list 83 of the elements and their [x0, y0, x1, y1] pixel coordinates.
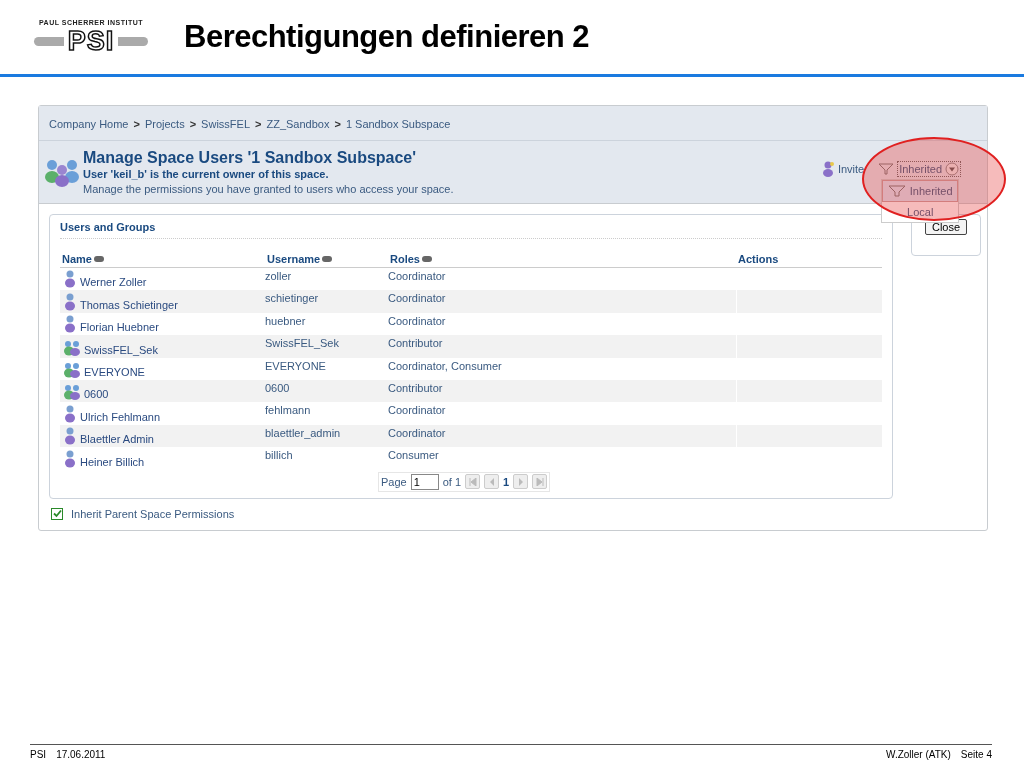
roles: Contributor	[388, 337, 443, 350]
column-header[interactable]: Username	[265, 251, 388, 267]
page-number: Seite 4	[960, 749, 992, 760]
footer-author: W.Zoller (ATK)	[886, 749, 951, 760]
user-name: Werner Zoller	[80, 276, 147, 289]
user-name: SwissFEL_Sek	[84, 343, 158, 356]
page-input[interactable]: 1	[410, 473, 439, 490]
filter-option[interactable]: Inherited	[882, 180, 959, 202]
funnel-icon	[878, 163, 895, 175]
roles: Coordinator	[388, 404, 446, 417]
sort-icon	[93, 256, 104, 262]
slide-title: Berechtigungen definieren 2	[184, 19, 590, 55]
first-page-button[interactable]	[465, 474, 481, 489]
user-name: 0600	[84, 388, 109, 401]
username: 0600	[265, 381, 290, 394]
breadcrumb-link[interactable]: Projects	[144, 118, 185, 130]
user-icon	[64, 427, 76, 446]
username: zoller	[265, 270, 292, 282]
breadcrumb-separator: >	[133, 118, 140, 130]
current-page: 1	[503, 475, 510, 488]
breadcrumb-link[interactable]: ZZ_Sandbox	[266, 118, 330, 130]
user-icon	[64, 270, 76, 289]
caret-icon	[945, 162, 959, 176]
column-header[interactable]: Roles	[388, 251, 736, 267]
user-icon	[64, 292, 76, 311]
description-text: Manage the permissions you have granted to users who access your space.	[83, 183, 455, 195]
roles: Consumer	[388, 449, 439, 462]
breadcrumb-separator: >	[334, 118, 341, 130]
person-plus-icon	[821, 161, 834, 177]
roles: Coordinator	[388, 270, 446, 282]
group-icon	[64, 384, 80, 401]
next-page-button[interactable]	[513, 474, 529, 489]
previous-page-button[interactable]	[484, 474, 500, 489]
sort-icon	[322, 256, 333, 262]
roles: Contributor	[388, 381, 443, 394]
funnel-icon	[887, 185, 906, 197]
breadcrumb-link[interactable]: Company Home	[49, 118, 129, 130]
group-icon	[64, 339, 80, 356]
invite-button[interactable]: Invite	[821, 161, 865, 177]
username: EVERYONE	[265, 359, 326, 372]
column-header[interactable]: Name	[60, 251, 265, 267]
panel-title: Users and Groups	[60, 221, 882, 239]
group-icon	[64, 361, 80, 378]
page-count: of 1	[442, 475, 462, 488]
page-label: Page	[381, 475, 407, 488]
roles: Coordinator, Consumer	[388, 359, 502, 372]
roles: Coordinator	[388, 314, 446, 327]
username: huebner	[265, 314, 306, 327]
inherit-checkbox[interactable]	[51, 507, 63, 520]
owner-text: User 'keil_b' is the current owner of this space.	[83, 168, 330, 180]
footer-date: 17.06.2011	[56, 749, 106, 760]
username: SwissFEL_Sek	[265, 337, 339, 350]
skip-back-icon	[468, 477, 477, 486]
page-heading: Manage Space Users '1 Sandbox Subspace'	[83, 149, 418, 167]
user-icon	[64, 404, 76, 423]
user-name: Heiner Billich	[80, 455, 145, 468]
last-page-button[interactable]	[532, 474, 548, 489]
breadcrumb-separator: >	[189, 118, 197, 130]
user-name: Blaettler Admin	[80, 433, 154, 446]
username: billich	[265, 449, 293, 462]
skip-forward-icon	[535, 477, 544, 486]
breadcrumb-link[interactable]: 1 Sandbox Subspace	[345, 118, 451, 130]
right-triangle-icon	[516, 477, 525, 486]
user-name: Thomas Schietinger	[80, 298, 178, 311]
breadcrumb-separator: >	[255, 118, 262, 130]
username: schietinger	[265, 292, 319, 305]
footer-label: PSI	[30, 749, 47, 760]
roles: Coordinator	[388, 292, 446, 305]
user-name: EVERYONE	[84, 365, 145, 378]
roles: Coordinator	[388, 426, 446, 439]
username: blaettler_admin	[265, 426, 341, 439]
username: fehlmann	[265, 404, 311, 417]
filter-dropdown[interactable]: Inherited	[897, 161, 961, 177]
column-header: Actions	[737, 252, 780, 267]
user-name: Ulrich Fehlmann	[80, 410, 161, 423]
sort-icon	[421, 256, 432, 262]
breadcrumb-link[interactable]: SwissFEL	[201, 118, 250, 130]
users-group-icon	[45, 157, 79, 187]
user-icon	[64, 449, 76, 468]
user-icon	[64, 315, 76, 334]
filter-option[interactable]: Local	[882, 202, 959, 222]
inherit-label: Inherit Parent Space Permissions	[71, 507, 235, 520]
user-name: Florian Huebner	[80, 321, 159, 334]
